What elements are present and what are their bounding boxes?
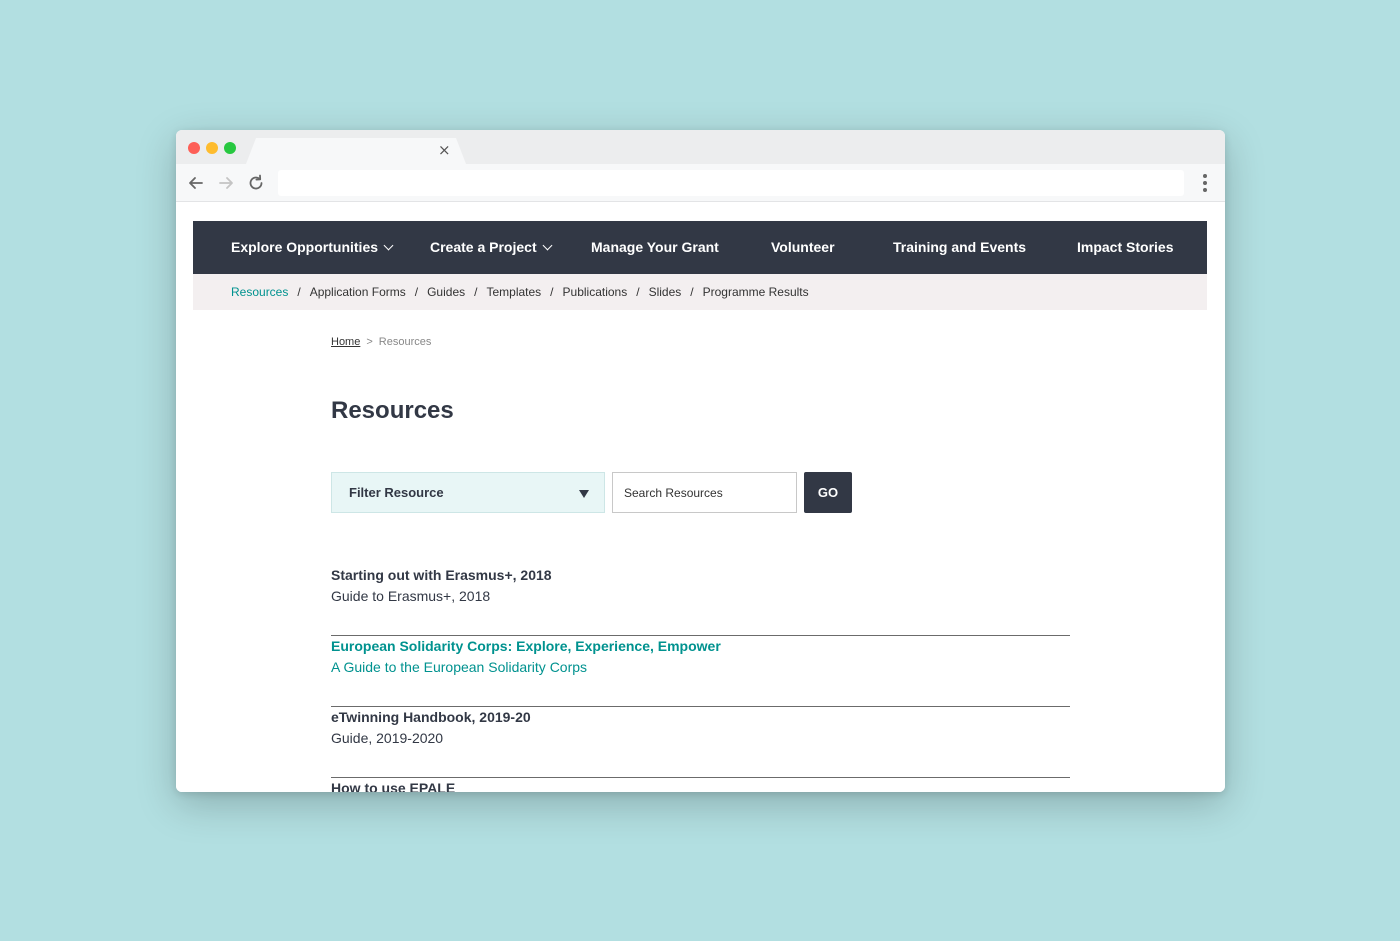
subnav-guides[interactable]: Guides	[427, 285, 465, 299]
chevron-down-icon	[542, 240, 553, 251]
browser-toolbar	[176, 164, 1225, 202]
breadcrumb-separator: >	[366, 336, 373, 348]
nav-item-label: Create a Project	[430, 239, 537, 255]
tab-bar: ×	[176, 130, 1225, 164]
resource-item[interactable]: How to use EPALE	[331, 778, 1070, 792]
go-button[interactable]: GO	[804, 472, 852, 513]
browser-window: × Explore Opportunities Create a Project…	[176, 130, 1225, 792]
subnav-separator: /	[690, 285, 694, 299]
nav-training-and-events[interactable]: Training and Events	[893, 221, 1026, 274]
resource-subtitle: Guide to Erasmus+, 2018	[331, 588, 491, 604]
chevron-down-icon	[383, 240, 394, 251]
main-navigation: Explore Opportunities Create a Project M…	[193, 221, 1207, 274]
subnav-separator: /	[636, 285, 640, 299]
subnav-application-forms[interactable]: Application Forms	[310, 285, 406, 299]
subnav-separator: /	[414, 285, 419, 299]
subnav-separator: /	[474, 285, 478, 299]
resource-subtitle: Guide, 2019-2020	[331, 730, 444, 746]
nav-volunteer[interactable]: Volunteer	[771, 221, 835, 274]
address-bar[interactable]	[278, 170, 1184, 196]
resource-title: eTwinning Handbook, 2019-20	[331, 709, 531, 725]
breadcrumb-current: Resources	[378, 336, 432, 348]
filter-label: Filter Resource	[349, 485, 444, 500]
subnav-templates[interactable]: Templates	[486, 285, 541, 299]
breadcrumb-home-link[interactable]: Home	[331, 336, 360, 348]
reload-icon[interactable]	[245, 172, 267, 194]
nav-item-label: Explore Opportunities	[231, 239, 379, 255]
subnav-programme-results[interactable]: Programme Results	[703, 285, 809, 299]
resource-subtitle[interactable]: A Guide to the European Solidarity Corps	[331, 659, 587, 675]
maximize-window-button[interactable]	[224, 142, 236, 154]
nav-create-a-project[interactable]: Create a Project	[430, 221, 553, 274]
subnav-publications[interactable]: Publications	[563, 285, 628, 299]
resource-title: How to use EPALE	[331, 780, 456, 792]
minimize-window-button[interactable]	[206, 142, 218, 154]
back-arrow-icon[interactable]	[185, 172, 207, 194]
breadcrumb: Home > Resources	[331, 336, 431, 348]
resource-item[interactable]: European Solidarity Corps: Explore, Expe…	[331, 636, 1070, 707]
resource-title[interactable]: European Solidarity Corps: Explore, Expe…	[331, 638, 721, 654]
dropdown-arrow-icon	[579, 490, 589, 498]
search-input[interactable]	[612, 472, 797, 513]
nav-impact-stories[interactable]: Impact Stories	[1077, 221, 1173, 274]
forward-arrow-icon[interactable]	[215, 172, 237, 194]
web-page: Explore Opportunities Create a Project M…	[176, 203, 1225, 792]
more-menu-icon[interactable]	[1197, 172, 1213, 194]
close-window-button[interactable]	[188, 142, 200, 154]
resource-title: Starting out with Erasmus+, 2018	[331, 567, 552, 583]
sub-navigation: Resources / Application Forms / Guides / Templ…	[193, 274, 1207, 310]
nav-explore-opportunities[interactable]: Explore Opportunities	[231, 221, 394, 274]
resource-list: Starting out with Erasmus+, 2018 Guide t…	[331, 565, 1070, 792]
subnav-separator: /	[297, 285, 301, 299]
tab-close-icon[interactable]: ×	[438, 142, 451, 158]
nav-manage-your-grant[interactable]: Manage Your Grant	[591, 221, 719, 274]
resource-item[interactable]: eTwinning Handbook, 2019-20 Guide, 2019-…	[331, 707, 1070, 778]
resource-item[interactable]: Starting out with Erasmus+, 2018 Guide t…	[331, 565, 1070, 636]
subnav-resources[interactable]: Resources	[231, 285, 288, 299]
filter-resource-dropdown[interactable]: Filter Resource	[331, 472, 605, 513]
subnav-separator: /	[550, 285, 554, 299]
subnav-slides[interactable]: Slides	[649, 285, 682, 299]
browser-tab[interactable]	[246, 138, 466, 164]
page-title: Resources	[331, 397, 454, 424]
